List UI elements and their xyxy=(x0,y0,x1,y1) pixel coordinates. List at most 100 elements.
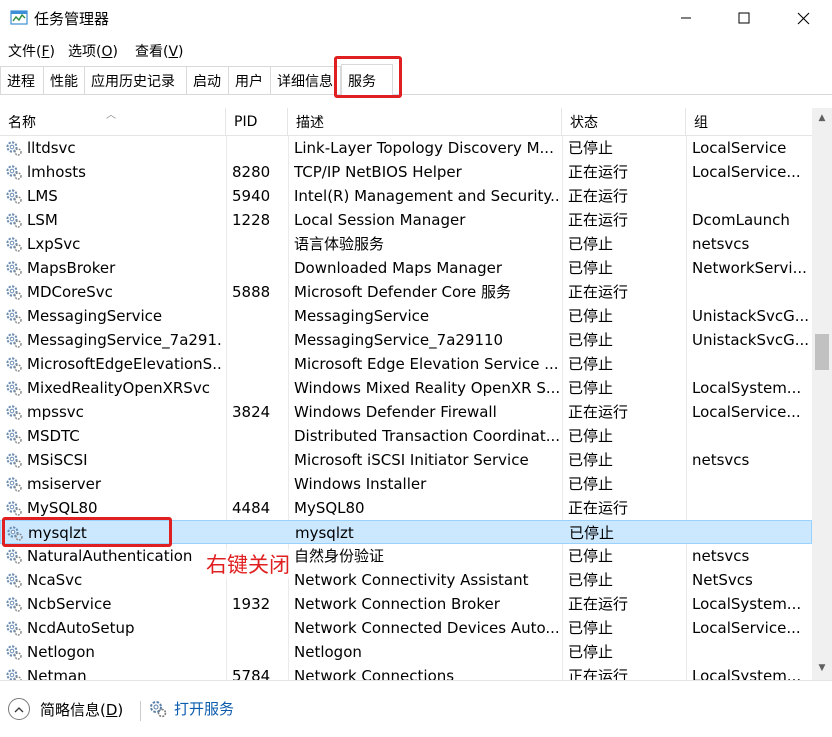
service-pid xyxy=(232,448,286,472)
tab-details[interactable]: 详细信息 xyxy=(271,66,341,94)
service-group: LocalSystem... xyxy=(692,667,802,680)
service-name: MessagingService_7a291... xyxy=(27,331,223,349)
service-name: lltdsvc xyxy=(27,139,76,157)
service-status: 正在运行 xyxy=(568,187,629,205)
table-row[interactable]: Netman 5784 Network Connections 正在运行 LocalSy… xyxy=(0,664,812,680)
menu-options[interactable]: 选项(O) xyxy=(68,41,118,61)
service-status: 正在运行 xyxy=(568,283,629,301)
service-description: Network Connected Devices Auto... xyxy=(294,619,560,637)
table-row[interactable]: Netlogon Netlogon 已停止 xyxy=(0,640,812,664)
column-header-group[interactable]: 组 xyxy=(686,108,812,136)
service-name: lmhosts xyxy=(27,163,86,181)
service-name: MessagingService xyxy=(27,307,163,325)
service-group: netsvcs xyxy=(692,235,750,253)
service-group: UnistackSvcG... xyxy=(692,307,808,325)
service-description: Microsoft Defender Core 服务 xyxy=(294,283,511,301)
service-status: 正在运行 xyxy=(568,667,629,680)
close-button[interactable] xyxy=(774,0,832,36)
service-gear-icon xyxy=(5,668,22,680)
tab-performance[interactable]: 性能 xyxy=(44,66,85,94)
service-status: 已停止 xyxy=(568,307,614,325)
service-status: 正在运行 xyxy=(568,163,629,181)
service-gear-icon xyxy=(5,620,22,636)
service-status: 已停止 xyxy=(568,379,614,397)
table-row[interactable]: lltdsvc Link-Layer Topology Discovery M..… xyxy=(0,136,812,160)
tab-users[interactable]: 用户 xyxy=(229,66,271,94)
tab-processes[interactable]: 进程 xyxy=(0,66,44,94)
service-gear-icon xyxy=(5,404,22,420)
column-header-description[interactable]: 描述 xyxy=(288,108,562,136)
tab-startup[interactable]: 启动 xyxy=(187,66,229,94)
service-group xyxy=(692,424,808,448)
service-gear-icon xyxy=(5,644,22,660)
service-gear-icon xyxy=(5,596,22,612)
service-gear-icon xyxy=(5,188,22,204)
service-group: UnistackSvcG... xyxy=(692,331,808,349)
service-gear-icon xyxy=(5,260,22,276)
service-description: TCP/IP NetBIOS Helper xyxy=(294,163,462,181)
vertical-scrollbar[interactable] xyxy=(812,108,832,680)
table-row[interactable]: NcbService 1932 Network Connection Broker 正… xyxy=(0,592,812,616)
tab-app-history[interactable]: 应用历史记录 xyxy=(85,66,187,94)
table-row[interactable]: MySQL80 4484 MySQL80 正在运行 xyxy=(0,496,812,520)
fewer-details-button[interactable]: 简略信息(D) xyxy=(8,698,123,720)
scroll-up-icon[interactable]: ▲ xyxy=(812,110,832,126)
tab-services[interactable]: 服务 xyxy=(341,64,393,96)
table-row[interactable]: NaturalAuthentication 自然身份验证 已停止 netsvcs xyxy=(0,544,812,568)
menu-view[interactable]: 查看(V) xyxy=(135,41,184,61)
table-row[interactable]: LxpSvc 语言体验服务 已停止 netsvcs xyxy=(0,232,812,256)
table-row[interactable]: mysqlzt mysqlzt 已停止 xyxy=(0,520,812,544)
menu-bar: 文件(F) 选项(O) 查看(V) xyxy=(0,36,832,62)
table-row[interactable]: MDCoreSvc 5888 Microsoft Defender Core 服务 正… xyxy=(0,280,812,304)
table-row[interactable]: MixedRealityOpenXRSvc Windows Mixed Reali… xyxy=(0,376,812,400)
table-row[interactable]: MicrosoftEdgeElevationS... Microsoft Edge… xyxy=(0,352,812,376)
column-header-pid[interactable]: PID xyxy=(226,108,288,136)
service-pid: 4484 xyxy=(232,499,271,517)
service-status: 已停止 xyxy=(569,524,615,542)
scroll-down-icon[interactable]: ▼ xyxy=(812,660,832,676)
service-name: NaturalAuthentication xyxy=(27,547,193,565)
table-row[interactable]: MessagingService MessagingService 已停止 Unist… xyxy=(0,304,812,328)
service-pid: 1932 xyxy=(232,595,271,613)
open-services-link[interactable]: 打开服务 xyxy=(148,698,234,719)
service-name: MSDTC xyxy=(27,427,80,445)
menu-file[interactable]: 文件(F) xyxy=(8,41,55,61)
service-description: 自然身份验证 xyxy=(294,547,385,565)
service-gear-icon xyxy=(5,284,22,300)
service-description: Windows Defender Firewall xyxy=(294,403,497,421)
column-header-status[interactable]: 状态 xyxy=(562,108,686,136)
table-row[interactable]: NcaSvc Network Connectivity Assistant 已停止 N… xyxy=(0,568,812,592)
table-row[interactable]: lmhosts 8280 TCP/IP NetBIOS Helper 正在运行 Loca… xyxy=(0,160,812,184)
table-row[interactable]: mpssvc 3824 Windows Defender Firewall 正在运行 L… xyxy=(0,400,812,424)
table-row[interactable]: LMS 5940 Intel(R) Management and Security.… xyxy=(0,184,812,208)
minimize-button[interactable] xyxy=(657,0,715,36)
maximize-button[interactable] xyxy=(715,0,773,36)
service-status: 正在运行 xyxy=(568,595,629,613)
service-name: MySQL80 xyxy=(27,499,98,517)
table-row[interactable]: msiserver Windows Installer 已停止 xyxy=(0,472,812,496)
table-row[interactable]: MSDTC Distributed Transaction Coordinat..… xyxy=(0,424,812,448)
service-status: 已停止 xyxy=(568,259,614,277)
table-row[interactable]: MSiSCSI Microsoft iSCSI Initiator Service… xyxy=(0,448,812,472)
table-row[interactable]: LSM 1228 Local Session Manager 正在运行 DcomLaun… xyxy=(0,208,812,232)
column-header-name[interactable]: 名称 xyxy=(0,108,226,136)
scrollbar-thumb[interactable] xyxy=(815,334,829,370)
service-description: Network Connectivity Assistant xyxy=(294,571,529,589)
service-status: 已停止 xyxy=(568,235,614,253)
service-pid xyxy=(232,472,286,496)
service-description: MessagingService_7a29110 xyxy=(294,331,504,349)
service-name: LxpSvc xyxy=(27,235,81,253)
service-gear-icon xyxy=(5,332,22,348)
table-row[interactable]: MessagingService_7a291... MessagingServic… xyxy=(0,328,812,352)
service-name: NcbService xyxy=(27,595,112,613)
service-pid xyxy=(232,136,286,160)
service-description: Network Connection Broker xyxy=(294,595,500,613)
service-gear-icon xyxy=(5,548,22,564)
service-description: Microsoft iSCSI Initiator Service xyxy=(294,451,529,469)
service-description: MessagingService xyxy=(294,307,430,325)
table-row[interactable]: NcdAutoSetup Network Connected Devices Au… xyxy=(0,616,812,640)
service-gear-icon xyxy=(5,308,22,324)
service-group xyxy=(693,521,809,545)
table-header: ︿ 名称 PID 描述 状态 组 xyxy=(0,108,812,136)
table-row[interactable]: MapsBroker Downloaded Maps Manager 已停止 Netw… xyxy=(0,256,812,280)
